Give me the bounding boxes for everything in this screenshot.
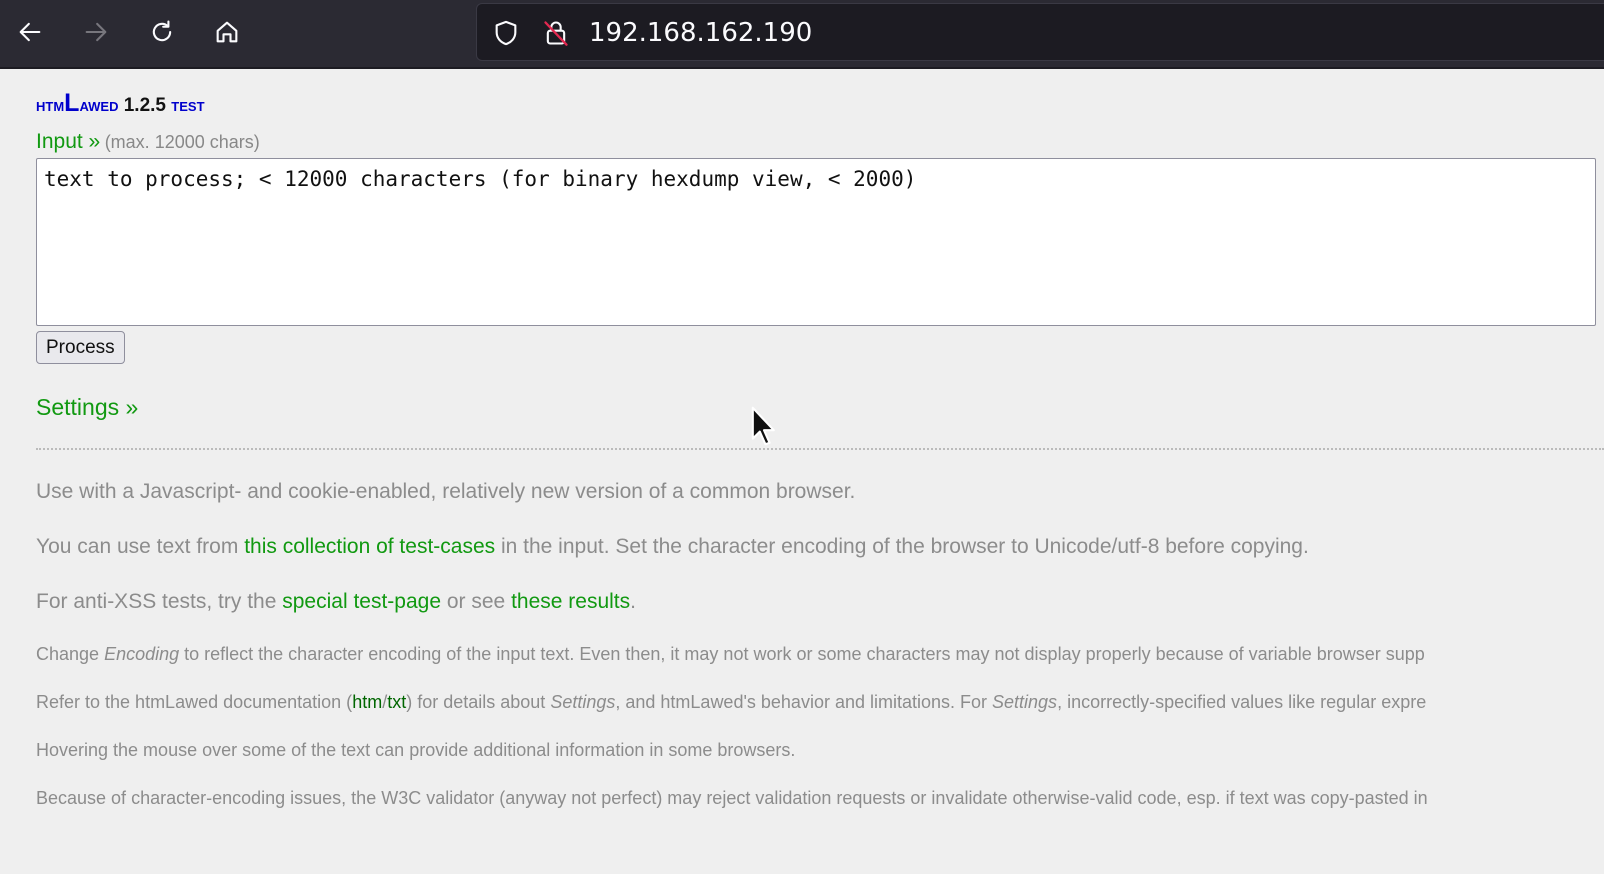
arrow-right-icon (85, 22, 107, 42)
info-hovering: Hovering the mouse over some of the text… (36, 740, 796, 760)
shield-icon[interactable] (491, 18, 521, 48)
these-results-link[interactable]: these results (511, 590, 630, 613)
test-label: test (171, 95, 205, 116)
settings-link[interactable]: Settings » (36, 394, 138, 421)
info-anti-xss: For anti-XSS tests, try the special test… (36, 590, 636, 613)
input-label[interactable]: Input » (36, 130, 100, 153)
process-button[interactable]: Process (36, 331, 125, 364)
input-heading: Input » (max. 12000 chars) (36, 130, 260, 154)
url-bar[interactable]: 192.168.162.190 (476, 3, 1604, 61)
url-text[interactable]: 192.168.162.190 (589, 18, 812, 48)
reload-button[interactable] (144, 14, 180, 50)
info-documentation: Refer to the htmLawed documentation (htm… (36, 692, 1427, 712)
back-button[interactable] (12, 14, 48, 50)
home-icon (216, 21, 238, 43)
input-textarea[interactable]: text to process; < 12000 characters (for… (36, 158, 1596, 326)
forward-button[interactable] (78, 14, 114, 50)
doc-txt-link[interactable]: txt (387, 692, 406, 712)
special-test-page-link[interactable]: special test-page (282, 590, 441, 613)
info-browser-note: Use with a Javascript- and cookie-enable… (36, 480, 856, 503)
test-cases-link[interactable]: this collection of test-cases (244, 535, 495, 558)
reload-icon (152, 20, 172, 42)
info-validator: Because of character-encoding issues, th… (36, 788, 1428, 808)
input-max-note: (max. 12000 chars) (104, 132, 260, 152)
version-number: 1.2.5 (123, 95, 166, 116)
arrow-left-icon (19, 22, 41, 42)
doc-htm-link[interactable]: htm (352, 692, 382, 712)
page-title: htmLawed 1.2.5 test (36, 89, 205, 118)
home-button[interactable] (209, 14, 245, 50)
brand-name: htmLawed (36, 89, 119, 117)
info-test-cases: You can use text from this collection of… (36, 535, 1309, 558)
divider (36, 448, 1604, 450)
browser-toolbar: 192.168.162.190 (0, 0, 1604, 69)
info-encoding: Change Encoding to reflect the character… (36, 644, 1425, 664)
mouse-cursor-icon (751, 406, 775, 446)
insecure-lock-icon[interactable] (541, 18, 571, 48)
